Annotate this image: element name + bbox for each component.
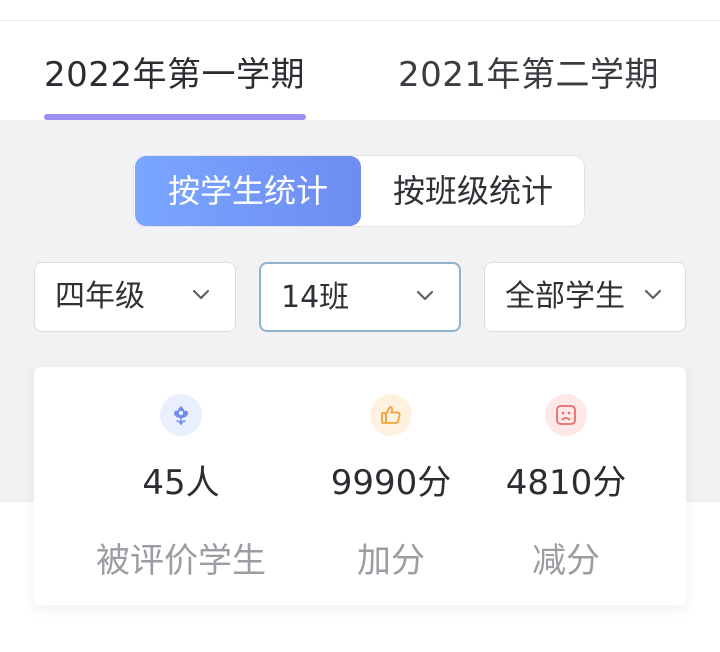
thumbs-up-icon: [370, 394, 412, 436]
class-select[interactable]: 14班: [259, 262, 461, 332]
statistics-mode-toggle: 按学生统计 按班级统计: [133, 155, 585, 227]
tab-2022-first-semester[interactable]: 2022年第一学期: [44, 47, 305, 96]
bonus-points-stat: 9990分 加分: [291, 367, 491, 605]
deducted-points-stat: 4810分 减分: [466, 367, 666, 605]
by-student-button[interactable]: 按学生统计: [135, 156, 361, 226]
chevron-down-icon: [644, 289, 662, 300]
chevron-down-icon: [192, 289, 210, 300]
evaluated-students-label: 被评价学生: [96, 541, 266, 581]
chevron-down-icon: [416, 290, 434, 301]
flower-icon: [160, 394, 202, 436]
student-filter-value: 全部学生: [505, 279, 625, 314]
student-filter-select[interactable]: 全部学生: [484, 262, 686, 332]
bonus-points-value: 9990分: [330, 463, 452, 503]
statistics-summary-card: 45人 被评价学生 9990分 加分 4810分 减分: [34, 367, 686, 605]
sad-face-icon: [545, 394, 587, 436]
evaluated-students-stat: 45人 被评价学生: [81, 367, 281, 605]
deducted-points-value: 4810分: [505, 463, 627, 503]
by-class-button[interactable]: 按班级统计: [361, 156, 585, 226]
grade-select[interactable]: 四年级: [34, 262, 236, 332]
semester-tabs: 2022年第一学期 2021年第二学期: [0, 21, 720, 120]
evaluated-students-value: 45人: [142, 463, 220, 503]
bonus-points-label: 加分: [357, 541, 425, 581]
deducted-points-label: 减分: [532, 541, 600, 581]
grade-select-value: 四年级: [55, 279, 145, 314]
class-select-value: 14班: [281, 280, 350, 315]
tab-2021-second-semester[interactable]: 2021年第二学期: [398, 47, 659, 96]
